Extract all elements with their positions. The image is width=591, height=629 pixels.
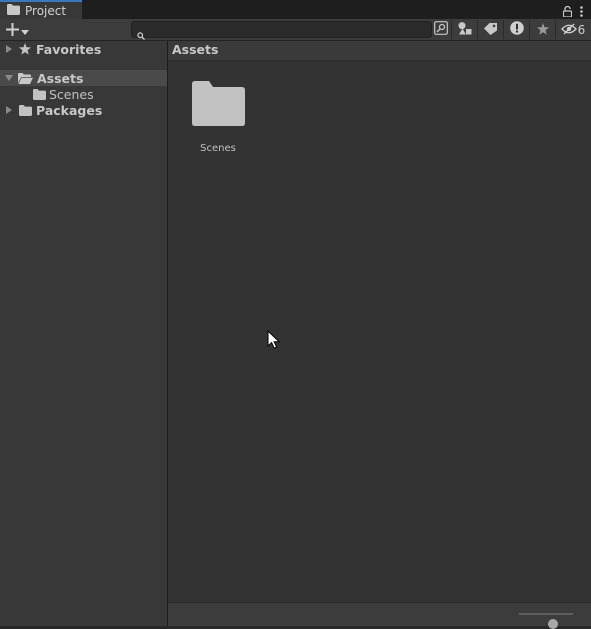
breadcrumb: Assets — [168, 41, 591, 61]
sidebar-item-packages[interactable]: Packages — [0, 102, 167, 118]
sidebar-item-favorites[interactable]: Favorites — [0, 41, 167, 57]
sidebar-item-scenes[interactable]: Scenes — [0, 86, 167, 102]
sidebar-item-label: Assets — [37, 70, 84, 86]
asset-browser: Assets Scenes — [168, 41, 591, 602]
save-search-button[interactable] — [531, 20, 554, 39]
asset-browser-footer — [168, 602, 591, 629]
search-scope-icon — [433, 20, 448, 39]
search-input[interactable] — [148, 22, 426, 37]
mouse-cursor-icon — [267, 329, 281, 353]
star-icon — [19, 43, 31, 55]
folder-icon — [7, 3, 20, 18]
asset-item-scenes-folder[interactable]: Scenes — [186, 81, 250, 154]
sidebar-item-label: Scenes — [49, 86, 94, 102]
project-sidebar: Favorites Assets Scenes Packages — [0, 41, 167, 626]
asset-label: Scenes — [200, 143, 236, 154]
filter-by-type-button[interactable] — [453, 20, 476, 39]
plus-icon — [6, 21, 19, 40]
chevron-down-icon — [21, 21, 29, 40]
tab-label: Project — [25, 3, 67, 18]
sidebar-item-label: Packages — [36, 102, 103, 118]
expand-arrow-icon[interactable] — [6, 45, 13, 53]
show-warnings-button[interactable] — [505, 20, 528, 39]
star-icon — [536, 20, 549, 39]
tag-icon — [484, 20, 497, 39]
toggle-hidden-packages-button[interactable]: 6 — [558, 20, 588, 39]
folder-icon — [191, 81, 245, 130]
eye-slash-icon — [560, 20, 577, 39]
project-toolbar: 6 — [0, 19, 591, 41]
expand-arrow-icon[interactable] — [6, 106, 13, 114]
sidebar-item-label: Favorites — [36, 41, 102, 57]
filter-by-label-button[interactable] — [479, 20, 502, 39]
tab-bar: Project — [0, 0, 591, 19]
search-by-type-button[interactable] — [432, 20, 449, 39]
shapes-icon — [458, 20, 472, 39]
folder-icon — [19, 104, 32, 116]
warning-icon — [509, 20, 524, 39]
create-dropdown-button[interactable] — [6, 21, 29, 40]
hidden-packages-count: 6 — [577, 22, 586, 37]
zoom-slider[interactable] — [519, 613, 573, 629]
tab-project[interactable]: Project — [0, 0, 82, 19]
sidebar-item-assets[interactable]: Assets — [0, 70, 167, 86]
collapse-arrow-icon[interactable] — [5, 75, 13, 81]
folder-open-icon — [18, 72, 33, 84]
search-field[interactable] — [131, 21, 432, 40]
breadcrumb-item-assets[interactable]: Assets — [172, 42, 218, 57]
folder-icon — [33, 88, 46, 100]
zoom-slider-handle[interactable] — [547, 619, 558, 629]
